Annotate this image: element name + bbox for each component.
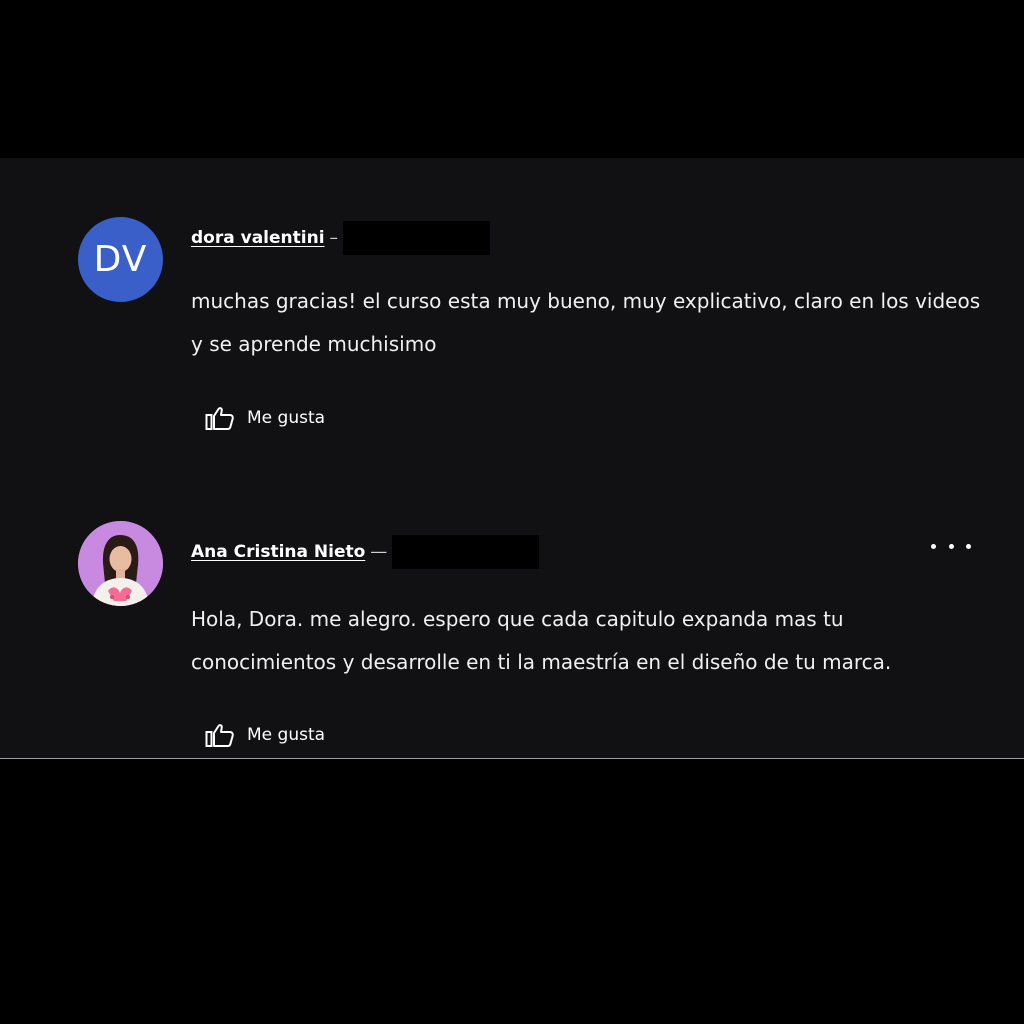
more-horizontal-icon bbox=[931, 543, 936, 549]
comment-text: muchas gracias! el curso esta muy bueno,… bbox=[191, 289, 981, 356]
redacted-timestamp bbox=[343, 221, 491, 255]
author-separator: — bbox=[370, 542, 388, 562]
thumbs-up-icon bbox=[205, 407, 234, 430]
like-button[interactable]: Me gusta bbox=[205, 403, 325, 433]
comment-text: Hola, Dora. me alegro. espero que cada c… bbox=[191, 607, 892, 674]
comment-header: dora valentini – bbox=[191, 221, 491, 255]
avatar-initials: DV bbox=[93, 239, 148, 280]
avatar[interactable]: DV bbox=[78, 217, 163, 302]
author-name-link[interactable]: dora valentini bbox=[191, 228, 325, 248]
more-horizontal-icon bbox=[966, 543, 971, 549]
author-name-link[interactable]: Ana Cristina Nieto bbox=[191, 542, 365, 562]
avatar[interactable] bbox=[78, 521, 163, 606]
author-separator: – bbox=[329, 228, 339, 248]
like-button[interactable]: Me gusta bbox=[205, 720, 325, 750]
comment-header: Ana Cristina Nieto — bbox=[191, 535, 540, 569]
like-label: Me gusta bbox=[247, 408, 326, 428]
more-options-button[interactable] bbox=[931, 536, 971, 556]
redacted-timestamp bbox=[392, 535, 540, 569]
comments-panel: DV dora valentini – muchas gracias! el c… bbox=[0, 158, 1024, 759]
thumbs-up-icon bbox=[205, 724, 234, 747]
like-label: Me gusta bbox=[247, 725, 326, 745]
avatar-photo-icon bbox=[78, 521, 163, 606]
more-horizontal-icon bbox=[948, 543, 954, 549]
